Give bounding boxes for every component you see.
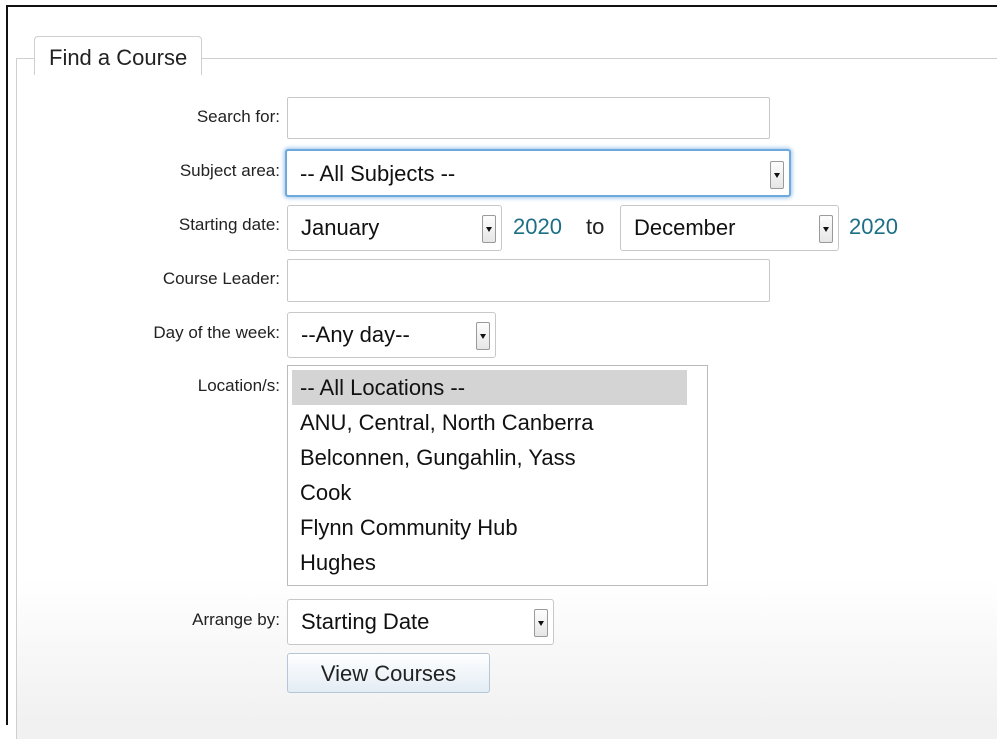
arrange-by-select[interactable]: Starting Date (287, 599, 554, 645)
location-option[interactable]: -- All Locations -- (292, 370, 687, 405)
day-of-week-label: Day of the week: (153, 323, 280, 342)
search-input[interactable] (287, 97, 770, 139)
from-month-select[interactable]: January (287, 205, 502, 251)
location-option[interactable]: ANU, Central, North Canberra (292, 405, 707, 440)
day-of-week-value: --Any day-- (301, 322, 410, 347)
location-option[interactable]: Belconnen, Gungahlin, Yass (292, 440, 707, 475)
chevron-down-icon (482, 215, 496, 243)
date-range-separator: to (586, 214, 605, 239)
locations-listbox[interactable]: -- All Locations -- ANU, Central, North … (287, 365, 708, 586)
search-label: Search for: (196, 107, 280, 126)
view-courses-button[interactable]: View Courses (287, 653, 490, 693)
to-year-link[interactable]: 2020 (849, 205, 898, 249)
starting-date-label: Starting date: (178, 215, 280, 234)
subject-area-label: Subject area: (179, 161, 280, 180)
to-month-value: December (634, 215, 736, 240)
from-month-value: January (301, 215, 380, 240)
chevron-down-icon (476, 322, 490, 350)
arrange-by-value: Starting Date (301, 609, 430, 634)
fieldset-legend: Find a Course (34, 36, 203, 75)
course-leader-label: Course Leader: (162, 269, 280, 288)
course-leader-input[interactable] (287, 259, 770, 302)
chevron-down-icon (770, 161, 784, 189)
locations-label: Location/s: (197, 376, 280, 395)
location-option[interactable]: Flynn Community Hub (292, 510, 707, 545)
arrange-by-label: Arrange by: (192, 610, 280, 629)
location-option[interactable]: Hughes (292, 545, 707, 580)
from-year-link[interactable]: 2020 (513, 205, 562, 249)
day-of-week-select[interactable]: --Any day-- (287, 312, 496, 358)
subject-area-select[interactable]: -- All Subjects -- (285, 149, 791, 197)
chevron-down-icon (534, 609, 548, 637)
subject-area-value: -- All Subjects -- (300, 161, 456, 186)
chevron-down-icon (819, 215, 833, 243)
location-option[interactable]: Cook (292, 475, 707, 510)
to-month-select[interactable]: December (620, 205, 839, 251)
